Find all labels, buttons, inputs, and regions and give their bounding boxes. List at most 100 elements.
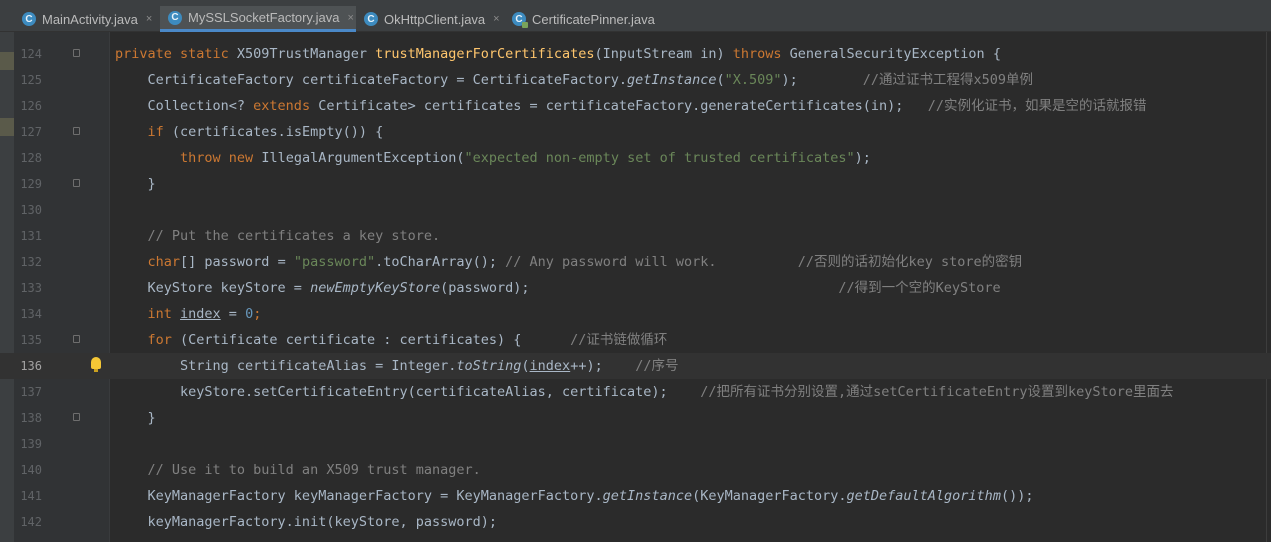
code-text: KeyStore keyStore = newEmptyKeyStore(pas… [115,275,1001,301]
code-token: index [529,358,571,374]
code-line[interactable]: 128 throw new IllegalArgumentException("… [0,145,1271,171]
code-line[interactable]: 141 KeyManagerFactory keyManagerFactory … [0,483,1271,509]
line-number: 133 [20,281,42,295]
line-number: 135 [20,333,42,347]
code-line[interactable]: 136 String certificateAlias = Integer.to… [0,353,1271,379]
fold-marker-icon[interactable] [73,127,80,135]
code-text: private static X509TrustManager trustMan… [115,41,1001,67]
code-token: getInstance [602,488,693,504]
code-token: newEmptyKeyStore [310,280,441,296]
code-line[interactable]: 131 // Put the certificates a key store. [0,223,1271,249]
code-line[interactable]: 130 [0,197,1271,223]
line-number: 125 [20,73,42,87]
fold-marker-icon[interactable] [73,335,80,343]
code-token: // Any password will work. //否则的话初始化key … [505,254,1023,270]
tab-label: MainActivity.java [42,11,138,27]
line-number: 130 [20,203,42,217]
code-line[interactable]: 125 CertificateFactory certificateFactor… [0,67,1271,93]
code-text: KeyManagerFactory keyManagerFactory = Ke… [115,483,1034,509]
tab-label: OkHttpClient.java [384,11,486,27]
code-token: //得到一个空的KeyStore [838,280,1001,296]
code-text: if (certificates.isEmpty()) { [115,119,384,145]
code-token: ); [781,72,863,88]
code-token: "X.509" [724,72,782,88]
code-token: (Certificate certificate : certificates)… [180,332,571,348]
code-token: throws [732,46,790,62]
close-icon[interactable]: × [493,13,499,25]
line-number: 124 [20,47,42,61]
line-number: 129 [20,177,42,191]
code-token: extends [253,98,319,114]
fold-marker-icon[interactable] [73,179,80,187]
code-token: } [115,176,156,192]
code-token: //实例化证书，如果是空的话就报错 [927,98,1147,114]
line-number: 140 [20,463,42,477]
code-token: KeyManagerFactory keyManagerFactory = Ke… [115,488,603,504]
tab-label: MySSLSocketFactory.java [188,10,340,25]
code-line[interactable]: 139 [0,431,1271,457]
code-line[interactable]: 140 // Use it to build an X509 trust man… [0,457,1271,483]
code-line[interactable]: 138 } [0,405,1271,431]
code-line[interactable]: 134 int index = 0; [0,301,1271,327]
code-line[interactable]: 132 char[] password = "password".toCharA… [0,249,1271,275]
code-line[interactable]: 126 Collection<? extends Certificate> ce… [0,93,1271,119]
code-line[interactable]: 127 if (certificates.isEmpty()) { [0,119,1271,145]
java-class-icon: C [168,10,182,25]
code-line[interactable]: 133 KeyStore keyStore = newEmptyKeyStore… [0,275,1271,301]
code-token: 0 [245,306,254,322]
code-token: String certificateAlias = Integer. [115,358,457,374]
code-token: throw new [115,150,262,166]
code-token: } [115,410,156,426]
code-line[interactable]: 135 for (Certificate certificate : certi… [0,327,1271,353]
code-text: throw new IllegalArgumentException("expe… [115,145,871,171]
line-number: 127 [20,125,42,139]
code-token: // Put the certificates a key store. [115,228,441,244]
code-line[interactable]: 124 private static X509TrustManager trust… [0,41,1271,67]
code-line[interactable]: 129 } [0,171,1271,197]
code-token: //把所有证书分别设置,通过setCertificateEntry设置到keyS… [700,384,1174,400]
code-token: (KeyManagerFactory. [692,488,847,504]
line-number: 128 [20,151,42,165]
code-text: String certificateAlias = Integer.toStri… [115,353,678,379]
code-token: Certificate> certificates = certificateF… [318,98,928,114]
code-token: ++); [570,358,636,374]
line-number: 132 [20,255,42,269]
code-token: int [115,306,181,322]
code-token: trustManagerForCertificates [375,46,595,62]
tab-okhttpclient[interactable]: C OkHttpClient.java × [356,6,504,32]
code-token: (certificates.isEmpty()) { [171,124,384,140]
close-icon[interactable]: × [347,12,353,24]
code-token: ( [521,358,530,374]
code-token: ( [716,72,725,88]
line-number: 136 [20,359,42,373]
code-text: CertificateFactory certificateFactory = … [115,67,1034,93]
code-line[interactable]: 142 keyManagerFactory.init(keyStore, pas… [0,509,1271,535]
lightbulb-icon[interactable] [91,357,101,372]
code-token: (password); [440,280,839,296]
tab-mainactivity[interactable]: C MainActivity.java × [14,6,160,32]
tab-certificatepinner[interactable]: C CertificatePinner.java [504,6,676,32]
line-number: 141 [20,489,42,503]
code-text: keyManagerFactory.init(keyStore, passwor… [115,509,498,535]
code-token: if [115,124,172,140]
code-token: toString [456,358,522,374]
fold-marker-icon[interactable] [73,413,80,421]
line-number: 137 [20,385,42,399]
editor-tab-bar: C MainActivity.java × C MySSLSocketFacto… [0,0,1271,32]
fold-marker-icon[interactable] [73,49,80,57]
java-class-icon: C [364,12,378,26]
code-token: X509TrustManager [236,46,376,62]
code-token: getInstance [627,72,717,88]
close-icon[interactable]: × [146,13,152,25]
code-token: // Use it to build an X509 trust manager… [115,462,481,478]
code-token: ); [854,150,871,166]
tab-mysslsocketfactory[interactable]: C MySSLSocketFactory.java × [160,6,356,32]
code-token: GeneralSecurityException { [789,46,1001,62]
code-line[interactable]: 137 keyStore.setCertificateEntry(certifi… [0,379,1271,405]
code-text: // Put the certificates a key store. [115,223,441,249]
code-text: int index = 0; [115,301,262,327]
code-token: private static [115,46,237,62]
line-number: 131 [20,229,42,243]
code-token: for [115,332,181,348]
code-token: index [180,306,221,322]
